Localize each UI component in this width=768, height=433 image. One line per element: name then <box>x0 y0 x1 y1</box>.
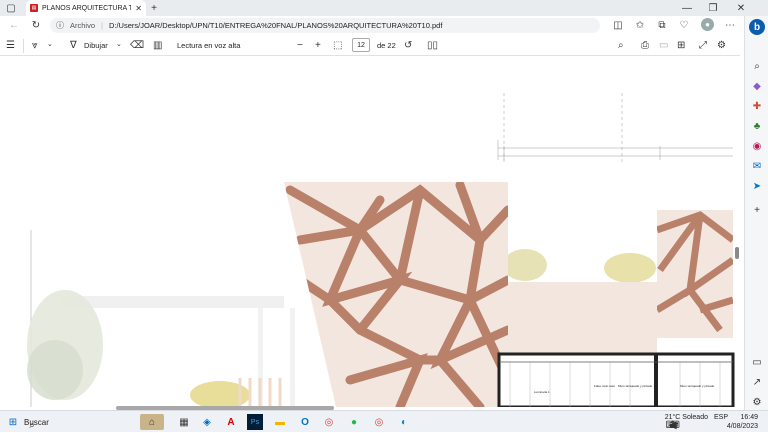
back-icon[interactable]: ← <box>8 19 20 31</box>
tools-icon[interactable]: ✚ <box>749 98 765 114</box>
outlook-icon[interactable]: O <box>297 414 313 430</box>
pdf-icon: ▤ <box>30 4 38 12</box>
new-tab-icon[interactable]: + <box>148 2 160 14</box>
drawing-note: Muro tarrajeado y pintado <box>680 384 715 388</box>
edge-icon[interactable]: ◐ <box>396 414 412 430</box>
url-scheme-label: Archivo <box>70 21 96 30</box>
tab-title: PLANOS ARQUITECTURA T10.pdf <box>42 4 132 12</box>
info-icon[interactable]: ⓘ <box>56 20 64 31</box>
clock-time: 16:49 <box>740 414 758 421</box>
browser-essentials-icon[interactable]: ♡ <box>678 19 690 31</box>
clock-date: 4/08/2023 <box>726 423 758 430</box>
architectural-elevation-drawing <box>27 93 735 407</box>
tab-pdf[interactable]: ▤ PLANOS ARQUITECTURA T10.pdf ✕ <box>26 0 146 16</box>
chrome-profile-icon[interactable]: ◎ <box>371 414 387 430</box>
bing-copilot-icon[interactable]: b <box>749 19 765 35</box>
eraser-icon[interactable]: ⌫ <box>130 40 144 51</box>
print-icon[interactable]: ⎙ <box>641 40 649 51</box>
file-explorer-icon[interactable]: ▬ <box>272 414 288 430</box>
search-highlight-icon[interactable]: ⌂ <box>140 414 164 430</box>
outlook-icon[interactable]: ✉ <box>749 158 765 174</box>
view-icon[interactable]: ▥ <box>153 40 162 51</box>
browser-tab-bar: ▢ ▤ PLANOS ARQUITECTURA T10.pdf ✕ + — ❐ … <box>0 0 768 16</box>
favorites-icon[interactable]: ✩ <box>634 19 646 31</box>
windows-start-icon[interactable]: ⊞ <box>5 414 21 430</box>
profile-avatar-icon[interactable]: ● <box>701 18 714 31</box>
pdf-toolbar: ☰ ⩔ ⌄ ∇ Dibujar ⌄ ⌫ ▥ Lectura en voz alt… <box>0 36 740 56</box>
pdf-page-canvas[interactable]: Luminaria 1 Falso cielo raso Muro tarraj… <box>0 57 740 407</box>
page-view-icon[interactable]: ▯▯ <box>427 40 438 51</box>
maximize-icon[interactable]: ❐ <box>706 2 720 14</box>
save-as-icon[interactable]: ⊞ <box>677 40 685 51</box>
split-screen-icon[interactable]: ◫ <box>612 19 624 31</box>
add-sidebar-icon[interactable]: + <box>749 202 765 218</box>
page-total: de 22 <box>377 41 396 50</box>
games-icon[interactable]: ♣ <box>749 118 765 134</box>
office-icon[interactable]: ◉ <box>749 138 765 154</box>
task-view-icon[interactable]: ▦ <box>176 414 192 430</box>
rotate-icon[interactable]: ↺ <box>404 40 412 51</box>
spotify-icon[interactable]: ● <box>346 414 362 430</box>
external-link-icon[interactable]: ↗ <box>749 374 765 390</box>
url-field[interactable]: ⓘ Archivo | D:/Users/JOAR/Desktop/UPN/T1… <box>50 18 600 33</box>
photoshop-icon[interactable]: Ps <box>247 414 263 430</box>
zoom-out-icon[interactable]: − <box>297 40 303 51</box>
drawing-note: Falso cielo raso <box>594 384 616 388</box>
fullscreen-icon[interactable]: ⤢ <box>699 40 707 51</box>
search-icon[interactable]: ⌕ <box>618 40 624 51</box>
url-separator: | <box>101 21 103 30</box>
windows-taskbar: ⊞ ⌕ Buscar ⌂ ▦ ◈ A Ps ▬ O ◎ ● ◎ ◐ ☁ 21°C… <box>0 410 768 432</box>
taskbar-search[interactable]: ⌕ Buscar <box>24 414 134 431</box>
drawing-note: Muro tarrajeado y pintado <box>618 384 653 388</box>
fit-page-icon[interactable]: ⬚ <box>333 40 342 51</box>
speaker-icon[interactable]: ◀ <box>665 417 681 433</box>
search-icon: ⌕ <box>29 419 35 431</box>
draw-chevron-icon[interactable]: ⌄ <box>116 40 122 48</box>
close-tab-icon[interactable]: ✕ <box>135 4 142 13</box>
sidebar-settings-icon[interactable]: ⚙ <box>749 394 765 410</box>
settings-gear-icon[interactable]: ⚙ <box>717 40 726 51</box>
more-menu-icon[interactable]: ⋯ <box>724 19 736 31</box>
drop-icon[interactable]: ➤ <box>749 178 765 194</box>
highlight-icon[interactable]: ⩔ <box>32 40 38 51</box>
chrome-icon[interactable]: ◎ <box>321 414 337 430</box>
zoom-in-icon[interactable]: + <box>315 40 321 51</box>
url-text: D:/Users/JOAR/Desktop/UPN/T10/ENTREGA%20… <box>108 21 443 30</box>
draw-button-label[interactable]: Dibujar <box>84 41 108 50</box>
close-window-icon[interactable]: ✕ <box>734 2 748 14</box>
page-number-input[interactable]: 12 <box>352 38 370 52</box>
read-aloud-button[interactable]: Lectura en voz alta <box>177 41 240 50</box>
store-icon[interactable]: ◈ <box>199 414 215 430</box>
vertical-scrollbar[interactable] <box>735 247 739 259</box>
shopping-tag-icon[interactable]: ◆ <box>749 78 765 94</box>
sidebar-layout-icon[interactable]: ▭ <box>749 354 765 370</box>
dimension-lines <box>497 93 733 162</box>
search-icon[interactable]: ⌕ <box>749 58 765 74</box>
minimize-icon[interactable]: — <box>680 2 694 14</box>
tab-actions-icon[interactable]: ▢ <box>6 3 16 14</box>
highlight-chevron-icon[interactable]: ⌄ <box>47 40 53 48</box>
divider <box>23 39 24 53</box>
edge-sidebar: b ⌕ ◆ ✚ ♣ ◉ ✉ ➤ + ▭ ↗ ⚙ <box>744 16 768 410</box>
system-tray: ☁ 21°C Soleado ⌃ ◁ ⌨ ESP ≋ ◀ <box>665 414 728 431</box>
contents-icon[interactable]: ☰ <box>6 40 15 51</box>
refresh-icon[interactable]: ↻ <box>30 19 42 31</box>
clock[interactable]: 16:49 4/08/2023 <box>727 413 758 431</box>
acrobat-icon[interactable]: A <box>223 414 239 430</box>
collections-icon[interactable]: ⧉ <box>656 19 668 31</box>
save-icon[interactable]: ▭ <box>659 40 668 51</box>
draw-icon[interactable]: ∇ <box>70 40 77 51</box>
drawing-note: Luminaria 1 <box>534 390 550 394</box>
